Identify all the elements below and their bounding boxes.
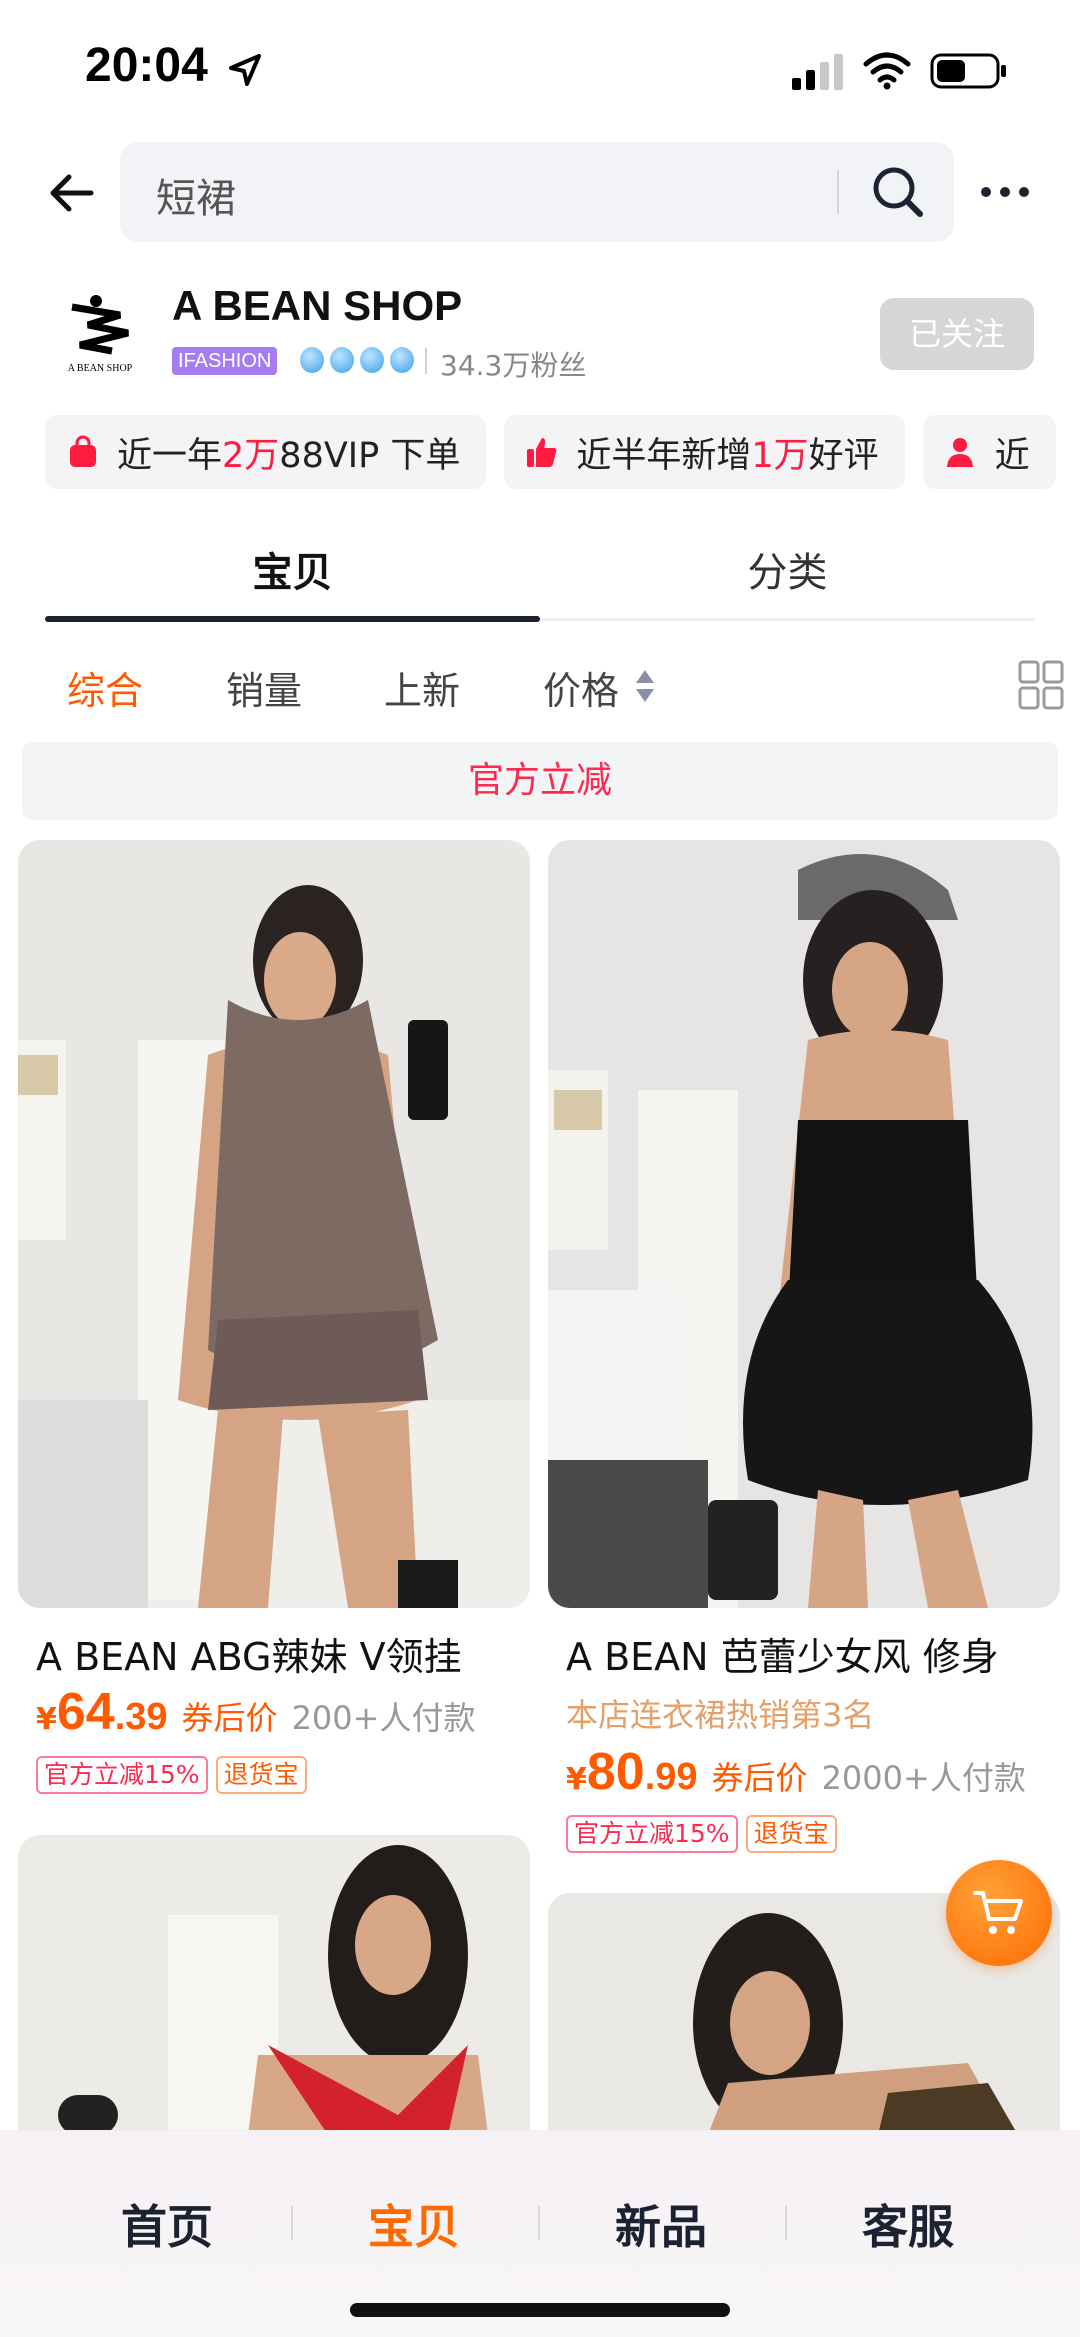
wifi-icon [863, 52, 911, 90]
product-photo-red-dress [18, 1835, 530, 2135]
grid-view-icon[interactable] [1018, 660, 1064, 710]
user-icon [946, 438, 973, 467]
return-insurance-tag: 退货宝 [745, 1815, 837, 1853]
official-discount-banner[interactable]: 官方立减 [22, 742, 1058, 820]
chip-vip-orders[interactable]: 近一年 2万 88VIP 下单 [45, 415, 487, 489]
chip-text-prefix: 近半年新增 [576, 435, 752, 476]
sold-count: 2000+人付款 [821, 1759, 1026, 1797]
discount-tag: 官方立减15% [566, 1815, 738, 1853]
arrow-left-icon [50, 174, 94, 212]
shop-logo[interactable]: A BEAN SHOP [50, 285, 150, 385]
chip-text-prefix: 近一年 [117, 435, 223, 476]
shopping-bag-icon [70, 435, 96, 467]
chip-text-suffix: 88VIP 下单 [279, 435, 461, 476]
crown-icon [360, 347, 384, 373]
cart-button[interactable] [946, 1860, 1052, 1966]
nav-customer-service[interactable]: 客服 [808, 2191, 1008, 2257]
price-integer: 64 [56, 1683, 115, 1741]
chip-text-suffix: 好评 [808, 435, 879, 476]
price-note: 券后价 [181, 1699, 278, 1737]
product-photo-halter-dress [18, 840, 530, 1608]
shop-tabs: 宝贝 分类 [45, 530, 1035, 625]
product-tags: 官方立减15% 退货宝 [36, 1756, 307, 1794]
product-image[interactable] [18, 840, 530, 1608]
return-insurance-tag: 退货宝 [215, 1756, 307, 1794]
search-query: 短裙 [156, 176, 236, 222]
discount-tag: 官方立减15% [36, 1756, 208, 1794]
status-bar: 20:04 [0, 0, 1080, 130]
status-time: 20:04 [85, 39, 208, 92]
nav-home[interactable]: 首页 [67, 2191, 267, 2257]
search-divider [837, 170, 839, 214]
sales-rank[interactable]: 本店连衣裙热销第3名 [566, 1690, 874, 1736]
product-image[interactable] [548, 840, 1060, 1608]
currency-symbol: ¥ [566, 1762, 587, 1797]
shop-name[interactable]: A BEAN SHOP [172, 282, 462, 330]
product-title[interactable]: A BEAN 芭蕾少女风 修身 [566, 1626, 999, 1681]
chip-text-highlight: 2万 [222, 435, 280, 476]
follow-button[interactable]: 已关注 [880, 298, 1034, 370]
nav-separator [538, 2206, 540, 2240]
shop-level-crowns [300, 347, 414, 375]
price-decimal: .99 [644, 1756, 698, 1798]
product-tags: 官方立减15% 退货宝 [566, 1815, 837, 1853]
product-title[interactable]: A BEAN ABG辣妹 V领挂 [36, 1626, 462, 1681]
crown-icon [330, 347, 354, 373]
home-indicator[interactable] [350, 2303, 730, 2317]
nav-separator [291, 2206, 293, 2240]
sort-overall[interactable]: 综合 [67, 660, 143, 715]
chip-text-prefix: 近 [994, 435, 1030, 476]
price-integer: 80 [586, 1743, 645, 1801]
search-icon[interactable] [868, 162, 928, 222]
crown-icon [390, 347, 414, 373]
sold-count: 200+人付款 [291, 1699, 476, 1737]
search-input[interactable]: 短裙 [120, 142, 954, 242]
fans-count: 34.3万粉丝 [440, 349, 587, 382]
sort-new[interactable]: 上新 [384, 660, 460, 715]
sort-price[interactable]: 价格 [543, 660, 619, 715]
more-dots-icon [981, 187, 1029, 197]
more-options-button[interactable] [975, 162, 1035, 222]
nav-separator [785, 2206, 787, 2240]
chip-good-reviews[interactable]: 近半年新增 1万 好评 [504, 415, 905, 489]
tab-indicator [45, 616, 540, 622]
battery-icon [930, 53, 1006, 89]
bottom-nav: 首页 宝贝 新品 客服 [0, 2130, 1080, 2337]
crown-icon [300, 347, 324, 373]
nav-products[interactable]: 宝贝 [314, 2191, 514, 2257]
thumbs-up-icon [527, 438, 557, 467]
location-arrow-icon [229, 54, 261, 86]
shop-highlights: 近一年 2万 88VIP 下单 近半年新增 1万 好评 近 [45, 415, 1056, 489]
product-photo-black-dress [548, 840, 1060, 1608]
meta-divider [425, 348, 427, 374]
cellular-signal-icon [792, 54, 843, 90]
price-note: 券后价 [711, 1759, 808, 1797]
ifashion-badge: IFASHION [172, 347, 278, 375]
currency-symbol: ¥ [36, 1702, 57, 1737]
back-button[interactable] [40, 162, 102, 224]
price-line: ¥ 64 .39 券后价 200+人付款 [36, 1682, 475, 1742]
price-line: ¥ 80 .99 券后价 2000+人付款 [566, 1742, 1026, 1802]
nav-new-arrivals[interactable]: 新品 [561, 2191, 761, 2257]
shop-logo-mark: A BEAN SHOP [68, 295, 133, 374]
sort-sales[interactable]: 销量 [226, 660, 302, 715]
tab-categories[interactable]: 分类 [540, 540, 1035, 598]
chip-text-highlight: 1万 [751, 435, 809, 476]
price-decimal: .39 [114, 1696, 168, 1738]
product-image[interactable] [18, 1835, 530, 2135]
chip-followers[interactable]: 近 [922, 415, 1056, 489]
cart-icon [973, 1891, 1023, 1934]
sort-bar: 综合 销量 上新 价格 [0, 660, 1080, 720]
sort-arrows-icon [636, 670, 654, 702]
svg-text:A BEAN SHOP: A BEAN SHOP [68, 363, 133, 374]
tab-products[interactable]: 宝贝 [45, 540, 540, 598]
